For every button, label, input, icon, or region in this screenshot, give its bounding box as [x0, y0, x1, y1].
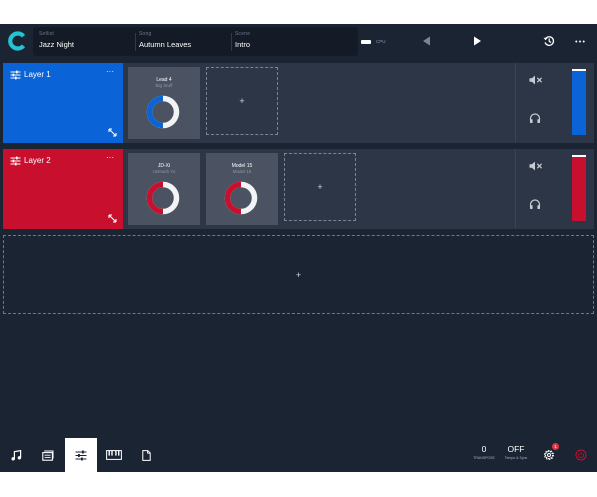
add-instrument-slot[interactable]: +	[206, 67, 278, 135]
add-layer-area[interactable]: +	[3, 235, 594, 314]
more-button[interactable]	[569, 31, 591, 51]
instrument-card[interactable]: Lead 4 Big Stuff	[128, 67, 200, 139]
headphones-icon[interactable]	[529, 112, 541, 124]
add-instrument-slot[interactable]: +	[284, 153, 356, 221]
divider	[231, 33, 232, 51]
tempo-label: Tempo & Sync	[504, 456, 528, 460]
layer-row-2: Layer 2 ··· JD-Xi Unleash Yo Model 15 Mo…	[3, 149, 594, 229]
app-window: Setlist Jazz Night Song Autumn Leaves Sc…	[0, 24, 597, 472]
card-subtitle: Model 15	[232, 169, 252, 174]
volume-knob[interactable]	[145, 180, 181, 216]
setlist-icon	[42, 450, 54, 461]
scene-label: Scene	[235, 31, 251, 37]
speaker-mute-icon[interactable]	[529, 161, 543, 171]
sliders-icon	[75, 450, 87, 460]
setlist-selector[interactable]: Setlist Jazz Night	[39, 30, 131, 54]
scene-selector[interactable]: Scene Intro	[235, 30, 323, 54]
volume-knob[interactable]	[145, 94, 181, 130]
play-button[interactable]	[466, 31, 488, 51]
notification-badge: 1	[552, 443, 559, 450]
location-selector: Setlist Jazz Night Song Autumn Leaves Sc…	[33, 27, 386, 56]
divider	[135, 33, 136, 51]
card-subtitle: Big Stuff	[155, 83, 173, 88]
layer-header-1[interactable]: Layer 1 ···	[3, 63, 123, 143]
sliders-icon[interactable]	[10, 70, 21, 80]
layer-controls	[515, 63, 594, 143]
scene-value: Intro	[235, 40, 251, 49]
app-logo[interactable]	[7, 30, 29, 52]
layer-menu-button[interactable]: ···	[104, 68, 116, 76]
cpu-label: CPU	[376, 39, 386, 44]
history-button[interactable]	[538, 31, 560, 51]
power-button[interactable]	[565, 438, 597, 472]
song-selector[interactable]: Song Autumn Leaves	[139, 30, 231, 54]
keyboard-icon	[106, 450, 122, 460]
song-value: Autumn Leaves	[139, 40, 192, 49]
sliders-icon[interactable]	[10, 156, 21, 166]
top-bar: Setlist Jazz Night Song Autumn Leaves Sc…	[0, 24, 597, 59]
layer-row-1: Layer 1 ··· Lead 4 Big Stuff +	[3, 63, 594, 143]
tempo-sync-control[interactable]: OFF Tempo & Sync	[501, 444, 531, 461]
layer-menu-button[interactable]: ···	[104, 154, 116, 162]
history-icon	[543, 36, 555, 46]
document-tab[interactable]	[130, 438, 162, 472]
layer-name: Layer 2	[24, 156, 51, 165]
speaker-mute-icon[interactable]	[529, 75, 543, 85]
tempo-value: OFF	[507, 444, 525, 454]
settings-button[interactable]	[533, 438, 565, 472]
instrument-card[interactable]: JD-Xi Unleash Yo	[128, 153, 200, 225]
volume-meter[interactable]	[572, 155, 586, 221]
expand-icon[interactable]	[108, 128, 117, 137]
card-subtitle: Unleash Yo	[152, 169, 176, 174]
triangle-left-icon	[422, 36, 430, 46]
cpu-bar	[361, 40, 371, 44]
song-label: Song	[139, 31, 152, 37]
power-icon	[575, 449, 587, 461]
music-tab[interactable]	[0, 438, 32, 472]
expand-icon[interactable]	[108, 214, 117, 223]
volume-meter-cap	[572, 69, 586, 71]
transpose-label: TRANSPOSE	[473, 456, 495, 460]
instrument-card[interactable]: Model 15 Model 15	[206, 153, 278, 225]
setlist-label: Setlist	[39, 31, 55, 37]
layers-tab[interactable]	[65, 438, 97, 472]
layer-name: Layer 1	[24, 70, 51, 79]
layer-controls	[515, 149, 594, 229]
setlist-tab[interactable]	[32, 438, 64, 472]
document-icon	[141, 449, 151, 461]
layer-header-2[interactable]: Layer 2 ···	[3, 149, 123, 229]
keyboard-tab[interactable]	[98, 438, 130, 472]
setlist-value: Jazz Night	[39, 40, 75, 49]
music-note-icon	[11, 449, 21, 460]
previous-button[interactable]	[415, 31, 437, 51]
volume-meter-cap	[572, 155, 586, 157]
more-icon	[575, 40, 585, 42]
transpose-control[interactable]: 0 TRANSPOSE	[470, 444, 498, 461]
cpu-meter: CPU	[361, 38, 387, 46]
headphones-icon[interactable]	[529, 198, 541, 210]
volume-knob[interactable]	[223, 180, 259, 216]
play-icon	[473, 36, 481, 46]
gear-icon	[543, 449, 555, 461]
transpose-value: 0	[481, 444, 487, 454]
bottom-bar: 0 TRANSPOSE OFF Tempo & Sync 1	[0, 438, 597, 472]
volume-meter[interactable]	[572, 69, 586, 135]
